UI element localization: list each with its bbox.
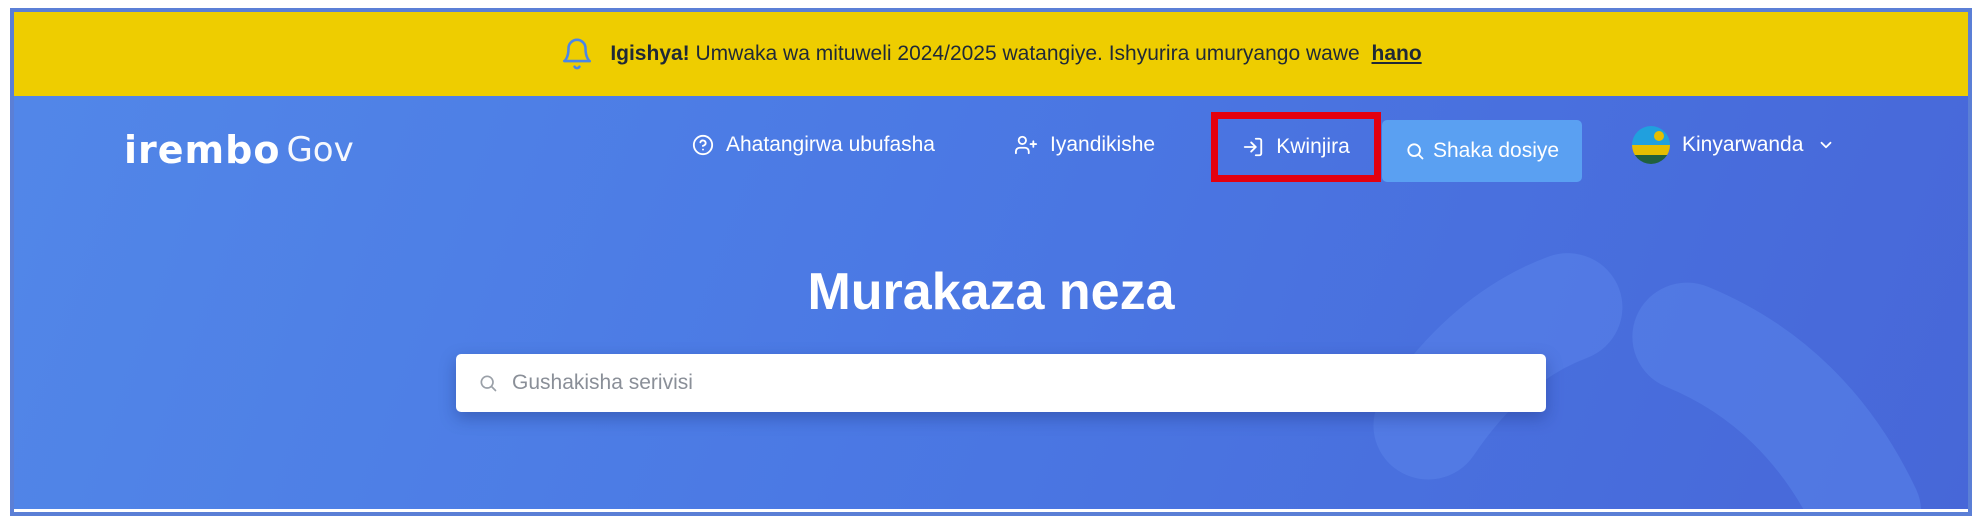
user-plus-icon <box>1015 135 1038 155</box>
track-application-label: Shaka dosiye <box>1432 139 1560 162</box>
search-icon <box>1407 143 1424 160</box>
nav-login-button[interactable]: Kwinjira <box>1211 112 1381 182</box>
hero-title: Murakaza neza <box>807 263 1175 321</box>
banner-bold-label: Igishya! <box>610 42 690 65</box>
track-application-button[interactable]: Shaka dosiye <box>1382 120 1582 182</box>
nav-help-link[interactable]: Ahatangirwa ubufasha <box>692 114 935 176</box>
language-selector[interactable]: Kinyarwanda <box>1632 114 1847 176</box>
bell-icon <box>560 37 594 71</box>
page-frame: Igishya! Umwaka wa mituweli 2024/2025 wa… <box>10 8 1972 516</box>
nav-register-link[interactable]: Iyandikishe <box>1014 114 1155 176</box>
rwanda-flag-icon <box>1632 126 1670 164</box>
login-icon <box>1244 137 1263 157</box>
chevron-down-icon <box>1821 141 1832 149</box>
site-header: irembo Gov Ahatangirwa ubufasha Iyandiki… <box>14 96 1968 196</box>
help-circle-icon <box>692 134 714 156</box>
banner-link[interactable]: hano <box>1372 42 1422 65</box>
logo-wordmark: irembo <box>124 128 281 172</box>
language-label: Kinyarwanda <box>1682 133 1804 156</box>
nav-register-label: Iyandikishe <box>1050 133 1156 156</box>
irembo-logo[interactable]: irembo Gov <box>124 126 354 170</box>
nav-login-label: Kwinjira <box>1276 135 1350 158</box>
banner-message: Igishya! Umwaka wa mituweli 2024/2025 wa… <box>610 42 1421 66</box>
announcement-banner: Igishya! Umwaka wa mituweli 2024/2025 wa… <box>14 12 1968 96</box>
service-search-input[interactable] <box>512 371 1512 395</box>
nav-help-label: Ahatangirwa ubufasha <box>726 133 935 156</box>
search-icon <box>480 375 497 392</box>
service-search-box[interactable] <box>456 354 1546 412</box>
logo-suffix: Gov <box>286 130 354 170</box>
bottom-divider <box>14 509 1968 512</box>
banner-text: Umwaka wa mituweli 2024/2025 watangiye. … <box>695 42 1360 65</box>
